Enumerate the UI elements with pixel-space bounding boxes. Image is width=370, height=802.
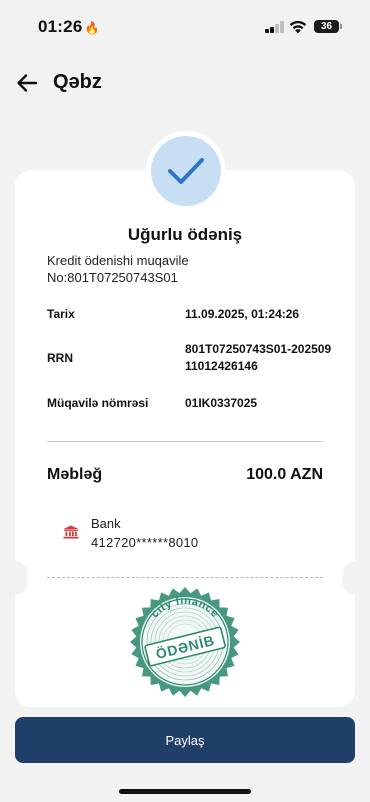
description-line-1: Kredit ödenishi muqavile — [47, 253, 189, 268]
divider — [47, 441, 323, 442]
status-bar: 01:26 🔥 36 — [0, 0, 370, 50]
share-button[interactable]: Paylaş — [15, 717, 355, 763]
success-title: Uğurlu ödəniş — [127, 225, 243, 244]
bank-name: Bank — [91, 516, 121, 531]
checkmark-icon — [168, 158, 204, 184]
page-title: Qəbz — [53, 71, 102, 93]
dashed-separator — [47, 577, 323, 578]
wifi-icon — [289, 20, 307, 34]
amount-value: 100.0 AZN — [246, 466, 323, 483]
rrn-label: RRN — [47, 351, 73, 365]
battery-icon: 36 — [314, 20, 342, 33]
date-label: Tarix — [47, 307, 75, 321]
home-indicator — [119, 789, 251, 794]
contract-number-value: 01IK0337025 — [185, 396, 258, 410]
status-time-text: 01:26 — [38, 17, 83, 36]
status-time: 01:26 🔥 — [38, 17, 100, 37]
cellular-signal-icon — [265, 21, 285, 33]
rrn-value: 801T07250743S01-20250911012426146 — [185, 342, 332, 373]
card-notch-left — [3, 561, 27, 595]
date-value: 11.09.2025, 01:24:26 — [185, 307, 300, 321]
success-badge — [146, 131, 226, 211]
payment-description: Kredit ödenishi muqavile No:801T07250743… — [47, 253, 277, 286]
flame-icon: 🔥 — [84, 21, 100, 35]
back-button[interactable] — [14, 70, 40, 96]
description-line-2: No:801T07250743S01 — [47, 269, 178, 285]
arrow-left-icon — [17, 74, 38, 92]
contract-number-label: Müqavilə nömrəsi — [47, 396, 149, 410]
paid-stamp: city finance ÖDƏNİB — [130, 587, 240, 697]
bank-icon — [63, 525, 79, 539]
card-notch-right — [343, 561, 367, 595]
amount-label: Məbləğ — [47, 466, 103, 483]
masked-card-number: 412720******8010 — [91, 535, 199, 550]
